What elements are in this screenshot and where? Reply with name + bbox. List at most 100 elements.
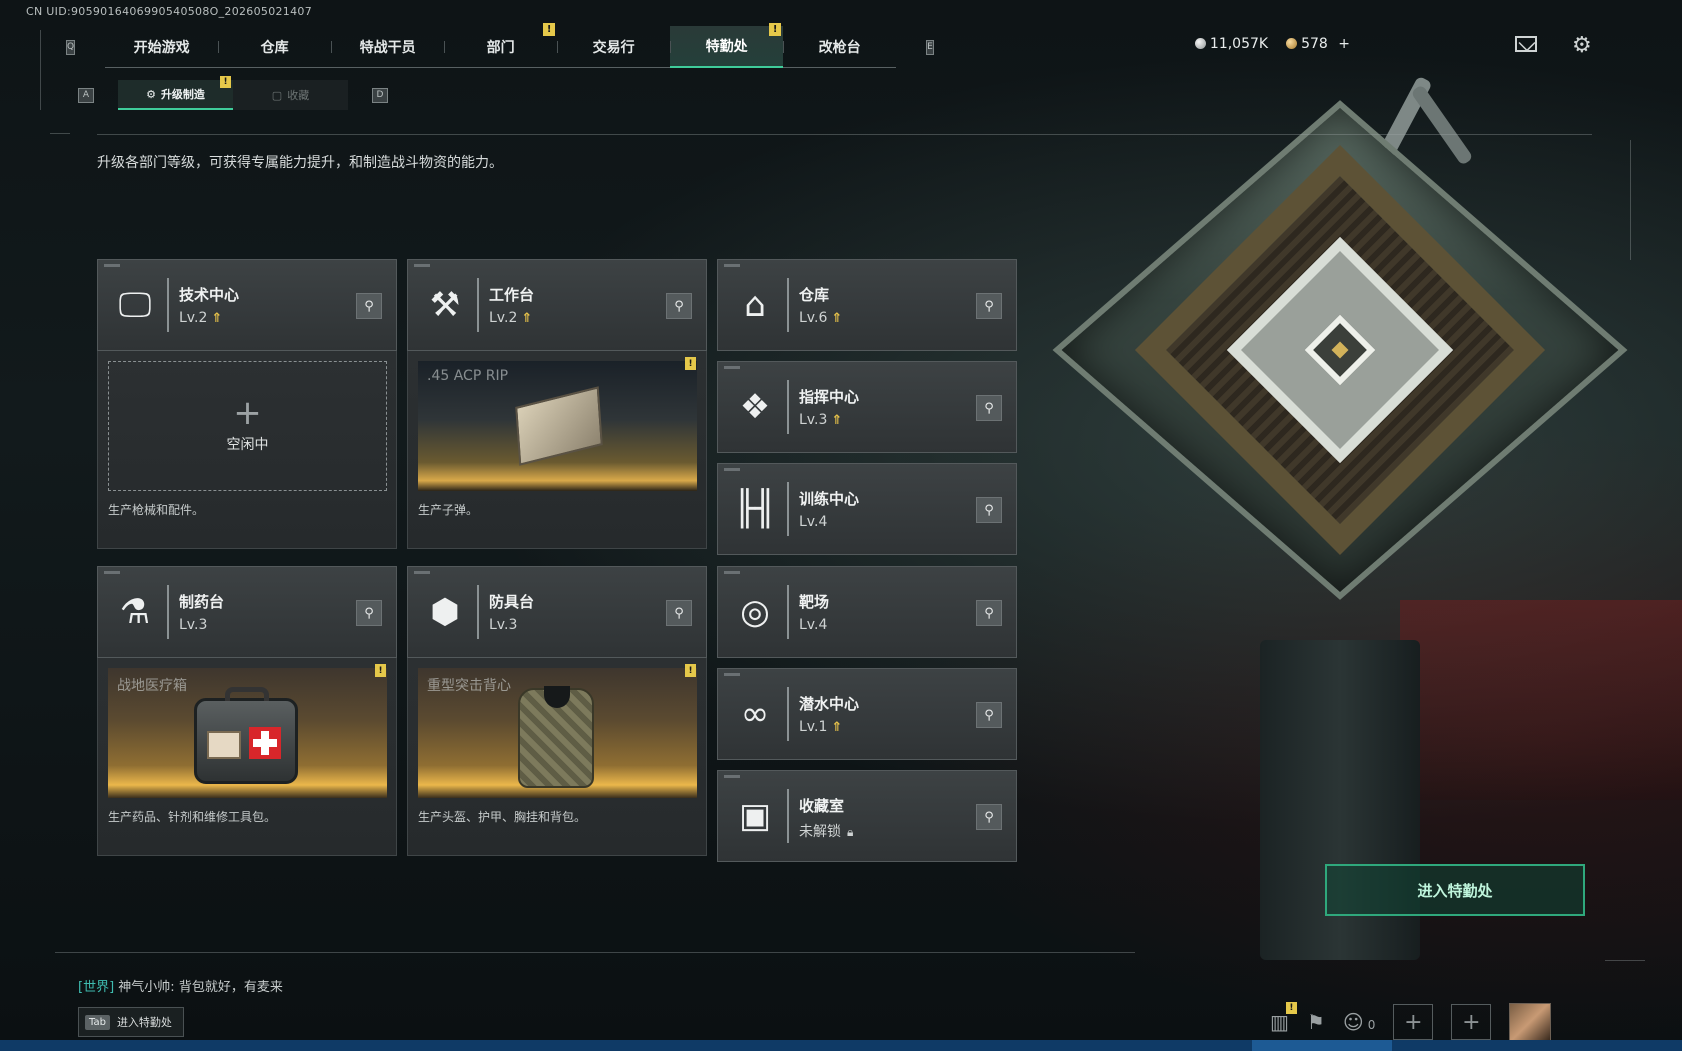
search-icon[interactable]: ⚲ bbox=[976, 600, 1002, 626]
subtab-upgrade-craft[interactable]: ⚙ 升级制造 ! bbox=[118, 76, 233, 110]
facility-card-range[interactable]: ◎ 靶场 Lv.4 ⚲ bbox=[717, 566, 1017, 658]
card-separator bbox=[787, 585, 789, 639]
level-text: Lv.2 bbox=[179, 310, 208, 326]
search-icon[interactable]: ⚲ bbox=[976, 702, 1002, 728]
enter-special-ops-button[interactable]: 进入特勤处 bbox=[1325, 864, 1585, 916]
card-separator bbox=[787, 687, 789, 741]
facility-name: 技术中心 bbox=[179, 286, 240, 304]
subtab-prev-key[interactable]: A bbox=[78, 87, 94, 103]
item-name: 重型突击背心 bbox=[427, 678, 511, 694]
facility-card-training-center[interactable]: ╟╢ 训练中心 Lv.4 ⚲ bbox=[717, 463, 1017, 555]
tab-operators[interactable]: 特战干员 bbox=[331, 26, 444, 68]
taskbar-active-item[interactable] bbox=[1252, 1040, 1392, 1051]
level-text: 未解锁 bbox=[799, 824, 841, 840]
facility-card-armor-bench[interactable]: ⬢ 防具台 Lv.3 ⚲ bbox=[407, 566, 707, 658]
facility-name: 仓库 bbox=[799, 286, 830, 304]
card-separator bbox=[167, 278, 169, 332]
tab-special-ops[interactable]: 特勤处! bbox=[670, 23, 784, 68]
production-description: 生产子弹。 bbox=[418, 503, 479, 517]
upgrade-available-icon: ⇑ bbox=[831, 413, 843, 428]
facility-name: 靶场 bbox=[799, 593, 830, 611]
tab-start-game[interactable]: 开始游戏 bbox=[105, 26, 218, 68]
dumbbell-icon: ╟╢ bbox=[734, 489, 776, 529]
add-gold-button[interactable]: + bbox=[1338, 36, 1350, 52]
production-slot-item[interactable]: .45 ACP RIP bbox=[418, 361, 697, 491]
upgrade-available-icon: ⇑ bbox=[521, 311, 533, 326]
search-icon[interactable]: ⚲ bbox=[666, 600, 692, 626]
production-slot-item[interactable]: 重型突击背心 bbox=[418, 668, 697, 798]
tab-warehouse[interactable]: 仓库 bbox=[218, 26, 331, 68]
upgrade-icon: ⚙ bbox=[146, 87, 156, 101]
silver-coin-icon bbox=[1194, 38, 1206, 49]
tab-label: 开始游戏 bbox=[133, 40, 190, 56]
production-slot-item[interactable]: 战地医疗箱 bbox=[108, 668, 387, 798]
medkit-handle bbox=[225, 687, 269, 701]
item-name: 战地医疗箱 bbox=[117, 678, 187, 694]
facility-card-warehouse[interactable]: ⌂ 仓库 Lv.6 ⇑ ⚲ bbox=[717, 259, 1017, 351]
friends-icon[interactable]: ☺ 0 bbox=[1343, 1010, 1376, 1034]
facility-card-command-center[interactable]: ❖ 指挥中心 Lv.3 ⇑ ⚲ bbox=[717, 361, 1017, 453]
card-separator bbox=[787, 789, 789, 843]
lock-icon: 🔒︎ bbox=[847, 825, 854, 839]
card-tag bbox=[724, 673, 740, 676]
background-red-wall bbox=[1400, 600, 1682, 800]
silver-currency: 11,057K bbox=[1194, 36, 1268, 52]
item-name: .45 ACP RIP bbox=[427, 368, 509, 384]
level-text: Lv.2 bbox=[489, 310, 518, 326]
header-divider bbox=[97, 134, 1592, 135]
facility-card-tech-center[interactable]: 🖵 技术中心 Lv.2 ⇑ ⚲ bbox=[97, 259, 397, 351]
tab-departments[interactable]: 部门! bbox=[444, 23, 557, 68]
avatar[interactable] bbox=[1509, 1003, 1552, 1041]
mail-icon[interactable] bbox=[1515, 36, 1537, 52]
gold-coin-icon bbox=[1286, 38, 1298, 49]
level-text: Lv.3 bbox=[799, 412, 828, 428]
production-panel-pharmacy: 战地医疗箱 ! 生产药品、针剂和维修工具包。 bbox=[97, 658, 397, 856]
card-separator bbox=[477, 585, 479, 639]
production-panel-workbench: .45 ACP RIP ! 生产子弹。 bbox=[407, 351, 707, 549]
search-icon[interactable]: ⚲ bbox=[356, 600, 382, 626]
tab-shortcut-hint[interactable]: Tab 进入特勤处 bbox=[78, 1007, 184, 1037]
subtab-collection[interactable]: ▢ 收藏 bbox=[233, 80, 348, 110]
special-ops-cube bbox=[1052, 100, 1628, 600]
alert-badge: ! bbox=[375, 664, 386, 677]
facility-name: 训练中心 bbox=[799, 490, 860, 508]
frame-tick bbox=[50, 133, 70, 134]
facility-card-diving-center[interactable]: ∞ 潜水中心 Lv.1 ⇑ ⚲ bbox=[717, 668, 1017, 760]
upgrade-available-icon: ⇑ bbox=[831, 720, 843, 735]
chat-message[interactable]: [世界] 神气小帅: 背包就好，有麦来 bbox=[78, 976, 283, 995]
production-slot-idle[interactable]: + 空闲中 bbox=[108, 361, 387, 491]
gear-icon[interactable]: ⚙ bbox=[1572, 33, 1592, 58]
stats-icon[interactable]: ▥! bbox=[1270, 1002, 1297, 1034]
tab-gunsmith[interactable]: 改枪台 bbox=[783, 26, 896, 68]
subtab-next-key[interactable]: D bbox=[372, 87, 388, 103]
card-tag bbox=[724, 264, 740, 267]
search-icon[interactable]: ⚲ bbox=[666, 293, 692, 319]
alert-badge: ! bbox=[220, 76, 231, 88]
flag-icon[interactable]: ⚑ bbox=[1307, 1010, 1325, 1034]
gold-amount: 578 bbox=[1301, 36, 1328, 52]
medkit-label bbox=[207, 731, 241, 759]
facility-name: 防具台 bbox=[489, 593, 535, 611]
search-icon[interactable]: ⚲ bbox=[976, 497, 1002, 523]
search-icon[interactable]: ⚲ bbox=[976, 293, 1002, 319]
nav-next-key[interactable]: E bbox=[926, 39, 934, 55]
alert-badge: ! bbox=[769, 23, 782, 36]
alert-badge: ! bbox=[543, 23, 556, 36]
search-icon[interactable]: ⚲ bbox=[976, 395, 1002, 421]
nav-prev-key[interactable]: Q bbox=[66, 39, 76, 55]
alert-badge: ! bbox=[685, 357, 696, 370]
facility-card-workbench[interactable]: ⚒ 工作台 Lv.2 ⇑ ⚲ bbox=[407, 259, 707, 351]
add-slot-button[interactable]: + bbox=[1393, 1004, 1434, 1040]
friends-count: 0 bbox=[1367, 1018, 1376, 1032]
facility-card-collection-room[interactable]: ▣ 收藏室 未解锁 🔒︎ ⚲ bbox=[717, 770, 1017, 862]
facility-name: 收藏室 bbox=[799, 797, 845, 815]
hammer-wrench-icon: ⚒ bbox=[429, 285, 461, 325]
search-icon[interactable]: ⚲ bbox=[356, 293, 382, 319]
add-slot-button[interactable]: + bbox=[1451, 1004, 1492, 1040]
facility-card-pharmacy[interactable]: ⚗ 制药台 Lv.3 ⚲ bbox=[97, 566, 397, 658]
search-icon[interactable]: ⚲ bbox=[976, 804, 1002, 830]
facility-name: 制药台 bbox=[179, 593, 225, 611]
tab-trading[interactable]: 交易行 bbox=[557, 26, 670, 68]
facility-level: Lv.3 bbox=[489, 617, 518, 633]
facility-level: Lv.1 ⇑ bbox=[799, 719, 842, 735]
